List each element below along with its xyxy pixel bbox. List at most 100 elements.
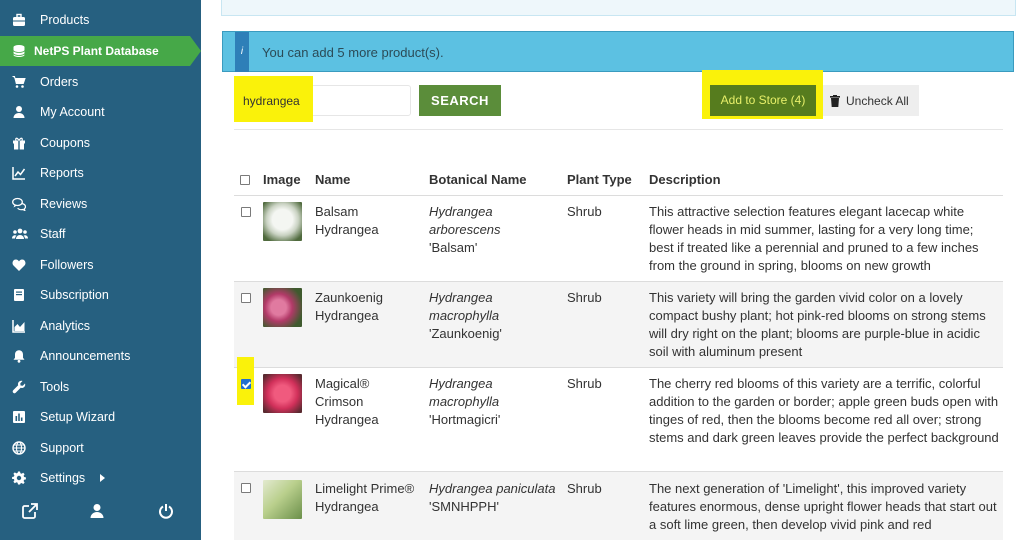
- bell-icon: [13, 350, 25, 363]
- wrench-icon: [12, 380, 26, 394]
- sidebar-item-label: Setup Wizard: [40, 410, 116, 424]
- database-icon: [13, 45, 25, 57]
- sidebar-item-netps-plant-database[interactable]: NetPS Plant Database: [0, 36, 201, 66]
- sidebar-item-staff[interactable]: Staff: [0, 219, 201, 249]
- uncheck-all-button[interactable]: Uncheck All: [823, 85, 919, 116]
- trash-icon: [830, 95, 840, 107]
- power-icon[interactable]: [158, 503, 174, 519]
- column-header-name: Name: [315, 172, 351, 187]
- plant-thumbnail[interactable]: [263, 480, 302, 519]
- table-row: Magical® Crimson Hydrangea Hydrangea mac…: [234, 357, 1003, 472]
- botanical-cultivar: 'Hortmagicri': [429, 412, 501, 427]
- info-message: You can add 5 more product(s).: [262, 45, 444, 60]
- row-checkbox[interactable]: [241, 379, 251, 389]
- gift-icon: [13, 137, 25, 150]
- plant-type: Shrub: [567, 481, 602, 496]
- row-checkbox[interactable]: [241, 483, 251, 493]
- sidebar-item-settings[interactable]: Settings: [0, 463, 201, 493]
- sidebar-item-coupons[interactable]: Coupons: [0, 128, 201, 158]
- plant-name: Magical® Crimson Hydrangea: [315, 376, 379, 427]
- info-banner: i You can add 5 more product(s).: [222, 31, 1014, 72]
- botanical-genus: Hydrangea macrophylla: [429, 290, 500, 323]
- sidebar-item-label: Support: [40, 441, 84, 455]
- table-row: Limelight Prime® Hydrangea Hydrangea pan…: [234, 472, 1003, 540]
- user-icon: [13, 106, 25, 118]
- sidebar-item-label: Subscription: [40, 288, 109, 302]
- line-chart-icon: [12, 167, 26, 180]
- sidebar-item-subscription[interactable]: Subscription: [0, 280, 201, 310]
- row-checkbox[interactable]: [241, 207, 251, 217]
- book-icon: [14, 289, 24, 301]
- heart-icon: [12, 259, 26, 271]
- sidebar: Products NetPS Plant Database Orders My …: [0, 0, 201, 540]
- column-header-plant-type: Plant Type: [567, 172, 632, 187]
- sidebar-item-analytics[interactable]: Analytics: [0, 311, 201, 341]
- row-checkbox[interactable]: [241, 293, 251, 303]
- plant-type: Shrub: [567, 290, 602, 305]
- sidebar-item-label: Orders: [40, 75, 79, 89]
- plant-type: Shrub: [567, 204, 602, 219]
- sidebar-item-label: Analytics: [40, 319, 91, 333]
- sidebar-item-my-account[interactable]: My Account: [0, 97, 201, 127]
- sidebar-item-support[interactable]: Support: [0, 433, 201, 463]
- sidebar-item-label: Reports: [40, 166, 84, 180]
- external-link-icon[interactable]: [22, 503, 38, 519]
- botanical-genus: Hydrangea paniculata: [429, 481, 556, 496]
- botanical-name: Hydrangea macrophylla 'Hortmagicri': [429, 375, 559, 429]
- column-header-image: Image: [263, 172, 301, 187]
- plant-thumbnail[interactable]: [263, 374, 302, 413]
- sidebar-item-reports[interactable]: Reports: [0, 158, 201, 188]
- sidebar-item-label: Tools: [40, 380, 70, 394]
- select-all-checkbox[interactable]: [240, 175, 250, 185]
- plant-thumbnail[interactable]: [263, 288, 302, 327]
- search-input-value[interactable]: hydrangea: [243, 94, 300, 108]
- sidebar-item-products[interactable]: Products: [0, 5, 201, 35]
- sidebar-item-label: Announcements: [40, 349, 131, 363]
- cart-icon: [12, 76, 26, 88]
- sidebar-item-followers[interactable]: Followers: [0, 250, 201, 280]
- users-icon: [12, 228, 28, 239]
- table-row: Zaunkoenig Hydrangea Hydrangea macrophyl…: [234, 282, 1003, 368]
- botanical-name: Hydrangea paniculata 'SMNHPPH': [429, 480, 559, 516]
- briefcase-icon: [13, 13, 25, 26]
- divider: [234, 129, 1003, 130]
- sidebar-item-label: Reviews: [40, 197, 88, 211]
- sidebar-item-reviews[interactable]: Reviews: [0, 189, 201, 219]
- sidebar-item-label: Staff: [40, 227, 66, 241]
- sidebar-item-label: My Account: [40, 105, 105, 119]
- sidebar-item-label: Followers: [40, 258, 94, 272]
- table-row: Balsam Hydrangea Hydrangea arborescens '…: [234, 196, 1003, 282]
- botanical-genus: Hydrangea arborescens: [429, 204, 501, 237]
- sidebar-item-tools[interactable]: Tools: [0, 372, 201, 402]
- botanical-genus: Hydrangea macrophylla: [429, 376, 500, 409]
- plant-description: The next generation of 'Limelight', this…: [649, 481, 997, 532]
- plant-description: The cherry red blooms of this variety ar…: [649, 376, 999, 445]
- plant-name: Limelight Prime® Hydrangea: [315, 481, 415, 514]
- plant-description: This attractive selection features elega…: [649, 204, 979, 273]
- sidebar-item-setup-wizard[interactable]: Setup Wizard: [0, 402, 201, 432]
- comments-icon: [12, 197, 26, 211]
- search-button[interactable]: SEARCH: [419, 85, 501, 116]
- sidebar-item-label: Settings: [40, 471, 86, 485]
- sidebar-item-label: Products: [40, 13, 90, 27]
- botanical-name: Hydrangea macrophylla 'Zaunkoenig': [429, 289, 559, 343]
- botanical-cultivar: 'SMNHPPH': [429, 499, 499, 514]
- plant-thumbnail[interactable]: [263, 202, 302, 241]
- plant-name: Zaunkoenig Hydrangea: [315, 290, 383, 323]
- uncheck-all-label: Uncheck All: [846, 94, 909, 108]
- sidebar-item-announcements[interactable]: Announcements: [0, 341, 201, 371]
- column-header-botanical-name: Botanical Name: [429, 172, 527, 187]
- add-to-store-button[interactable]: Add to Store (4): [710, 85, 816, 116]
- globe-icon: [12, 441, 26, 455]
- info-icon: i: [235, 32, 249, 72]
- top-panel-edge: [221, 0, 1016, 16]
- caret-right-icon: [100, 474, 105, 482]
- botanical-cultivar: 'Balsam': [429, 240, 478, 255]
- sidebar-item-label: NetPS Plant Database: [34, 44, 159, 58]
- user-icon[interactable]: [89, 503, 105, 519]
- column-header-description: Description: [649, 172, 721, 187]
- sidebar-item-label: Coupons: [40, 136, 91, 150]
- sidebar-item-orders[interactable]: Orders: [0, 67, 201, 97]
- plant-type: Shrub: [567, 376, 602, 391]
- gear-icon: [12, 471, 26, 485]
